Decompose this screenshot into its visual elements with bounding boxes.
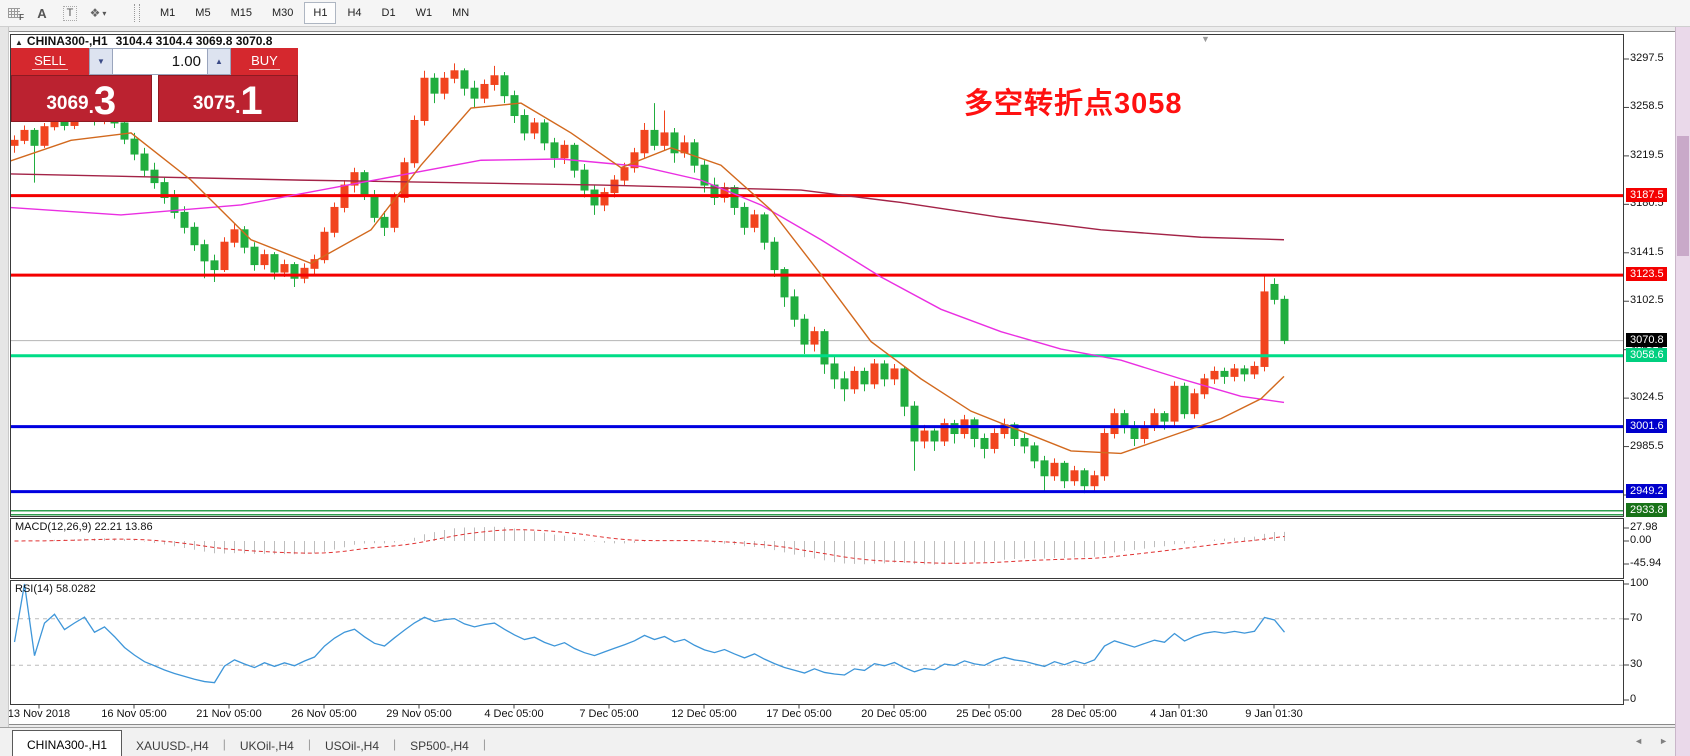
scroll-to-end-icon[interactable]: ▼ [1201, 34, 1210, 44]
price-tick-label: 3141.5 [1630, 246, 1678, 258]
grid-f-letter: F [19, 13, 24, 22]
chart-tab-2[interactable]: XAUUSD-,H4 [122, 733, 223, 756]
shapes-icon[interactable]: ❖▾ [86, 3, 110, 23]
chart-tab-3[interactable]: UKOil-,H4 [226, 733, 308, 756]
collapse-arrow-icon[interactable]: ▲ [15, 38, 23, 47]
timeframe-m1[interactable]: M1 [151, 2, 184, 24]
time-tick-label: 28 Dec 05:00 [1036, 708, 1132, 720]
time-tick-label: 26 Nov 05:00 [276, 708, 372, 720]
time-tick-label: 21 Nov 05:00 [181, 708, 277, 720]
timeframe-h4[interactable]: H4 [338, 2, 370, 24]
chart-tab-1[interactable]: CHINA300-,H1 [12, 730, 122, 756]
price-tick-label: 2985.5 [1630, 440, 1678, 452]
chevron-down-icon: ▾ [102, 9, 106, 18]
shapes-glyph: ❖ [90, 6, 101, 20]
tab-scroll-left-icon[interactable]: ◄ [1634, 736, 1643, 746]
sell-price-box[interactable]: 3069.3 [11, 75, 152, 122]
sell-button[interactable]: SELL [11, 48, 89, 75]
tab-nav: ◄ ► [1634, 736, 1668, 746]
left-splitter[interactable] [0, 26, 9, 756]
chart-annotation-text: 多空转折点3058 [964, 80, 1183, 122]
vertical-scrollbar[interactable] [1675, 26, 1690, 756]
grid-f-icon[interactable]: F [2, 3, 26, 23]
trade-panel-prices: 3069.3 3075.1 [11, 75, 298, 122]
chart-window: ▲ CHINA300-,H1 3104.4 3104.4 3069.8 3070.8… [8, 31, 1676, 725]
price-level-label: 2933.8 [1626, 503, 1667, 517]
indicator-scale-label: 100 [1630, 577, 1648, 589]
ohlc-values: 3104.4 3104.4 3069.8 3070.8 [116, 34, 273, 48]
font-letter: A [37, 6, 46, 21]
symbol-title: CHINA300-,H1 [27, 34, 108, 48]
sell-label: SELL [32, 53, 68, 70]
toolbar-drag-handle[interactable] [134, 4, 140, 22]
chart-tab-4[interactable]: USOil-,H4 [311, 733, 393, 756]
scrollbar-thumb[interactable] [1677, 136, 1689, 256]
timeframe-m5[interactable]: M5 [186, 2, 219, 24]
price-tick-label: 3024.5 [1630, 391, 1678, 403]
chart-tabs: CHINA300-,H1XAUUSD-,H4|UKOil-,H4|USOil-,… [12, 728, 486, 756]
timeframe-h1[interactable]: H1 [304, 2, 336, 24]
time-tick-label: 4 Dec 05:00 [466, 708, 562, 720]
indicator-scale-label: 0.00 [1630, 534, 1651, 546]
timeframe-m30[interactable]: M30 [263, 2, 302, 24]
triangle-down-icon: ▼ [97, 57, 105, 66]
font-icon[interactable]: A [30, 3, 54, 23]
price-level-label: 3070.8 [1626, 333, 1667, 347]
rsi-indicator-label: RSI(14) 58.0282 [15, 583, 96, 595]
indicator-scale-label: 0 [1630, 693, 1636, 705]
trade-panel-top-row: SELL ▼ ▲ BUY [11, 48, 298, 75]
time-tick-label: 13 Nov 2018 [0, 708, 87, 720]
buy-label: BUY [249, 53, 280, 70]
time-tick-label: 17 Dec 05:00 [751, 708, 847, 720]
time-tick-label: 16 Nov 05:00 [86, 708, 182, 720]
one-click-trade-panel: SELL ▼ ▲ BUY 3069.3 3075.1 [11, 48, 298, 154]
timeframe-mn[interactable]: MN [443, 2, 478, 24]
chart-tab-bar: CHINA300-,H1XAUUSD-,H4|UKOil-,H4|USOil-,… [0, 727, 1676, 756]
time-tick-label: 4 Jan 01:30 [1131, 708, 1227, 720]
buy-button[interactable]: BUY [231, 48, 298, 75]
price-level-label: 3123.5 [1626, 267, 1667, 281]
price-tick-label: 3102.5 [1630, 294, 1678, 306]
indicator-scale-label: 30 [1630, 658, 1642, 670]
buy-price-pips: 1 [240, 83, 262, 119]
tab-scroll-right-icon[interactable]: ► [1659, 736, 1668, 746]
time-tick-label: 9 Jan 01:30 [1226, 708, 1322, 720]
timeframe-d1[interactable]: D1 [373, 2, 405, 24]
macd-indicator-label: MACD(12,26,9) 22.21 13.86 [15, 521, 153, 533]
top-toolbar: F A T ❖▾ M1M5M15M30H1H4D1W1MN [0, 0, 1690, 27]
chart-tab-5[interactable]: SP500-,H4 [396, 733, 483, 756]
text-letter: T [63, 6, 78, 21]
price-level-label: 3187.5 [1626, 188, 1667, 202]
chart-title: ▲ CHINA300-,H1 3104.4 3104.4 3069.8 3070.8 [15, 34, 272, 48]
time-tick-label: 12 Dec 05:00 [656, 708, 752, 720]
price-level-label: 3058.6 [1626, 348, 1667, 362]
time-tick-label: 29 Nov 05:00 [371, 708, 467, 720]
time-tick-label: 25 Dec 05:00 [941, 708, 1037, 720]
volume-step-down-button[interactable]: ▼ [89, 48, 113, 75]
price-tick-label: 3258.5 [1630, 100, 1678, 112]
sell-price-pips: 3 [94, 83, 116, 119]
indicator-scale-label: 27.98 [1630, 521, 1658, 533]
timeframe-m15[interactable]: M15 [222, 2, 261, 24]
timeframe-toolbar: M1M5M15M30H1H4D1W1MN [150, 2, 479, 24]
indicator-scale-label: 70 [1630, 612, 1642, 624]
buy-price-box[interactable]: 3075.1 [158, 75, 299, 122]
triangle-up-icon: ▲ [215, 57, 223, 66]
price-tick-label: 3297.5 [1630, 52, 1678, 64]
indicator-scale-label: -45.94 [1630, 557, 1661, 569]
time-tick-label: 7 Dec 05:00 [561, 708, 657, 720]
buy-price-main: 3075 [193, 89, 235, 119]
tab-separator: | [483, 737, 486, 751]
terminal-screen: F A T ❖▾ M1M5M15M30H1H4D1W1MN ▲ CHINA300-… [0, 0, 1690, 756]
price-tick-label: 3219.5 [1630, 149, 1678, 161]
sell-price-main: 3069 [46, 89, 88, 119]
time-tick-label: 20 Dec 05:00 [846, 708, 942, 720]
timeframe-w1[interactable]: W1 [407, 2, 442, 24]
price-level-label: 2949.2 [1626, 484, 1667, 498]
text-label-icon[interactable]: T [58, 3, 82, 23]
price-level-label: 3001.6 [1626, 419, 1667, 433]
volume-step-up-button[interactable]: ▲ [207, 48, 231, 75]
volume-input[interactable] [113, 48, 207, 75]
